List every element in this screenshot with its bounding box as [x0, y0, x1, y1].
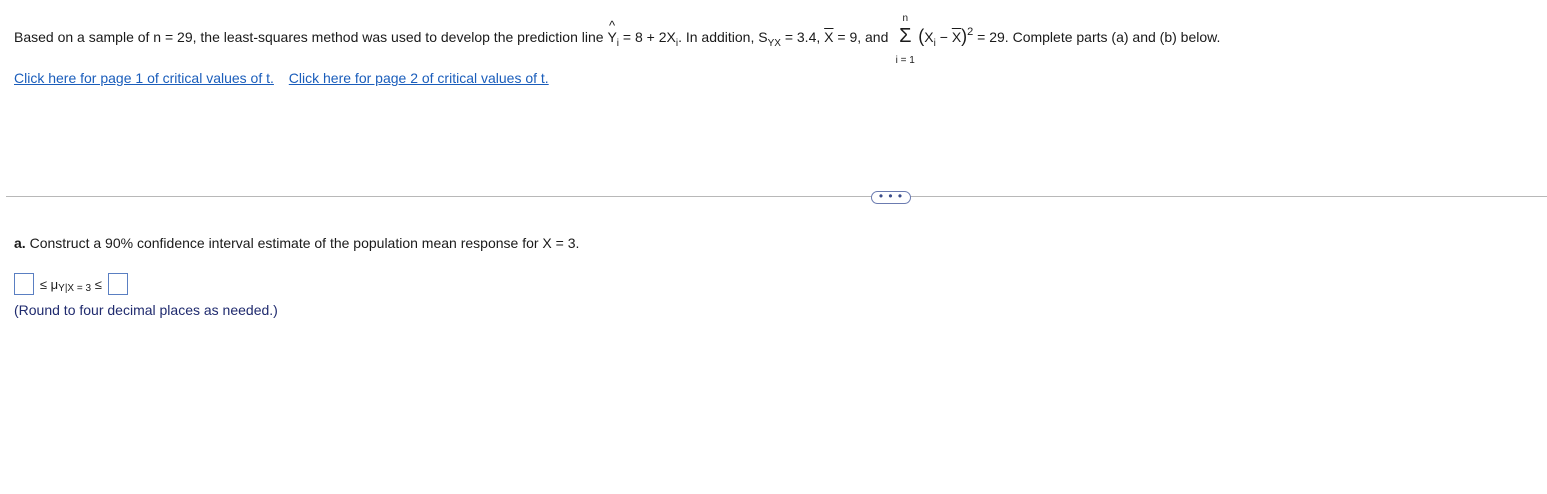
sigma-icon: Σ	[899, 25, 912, 47]
hat-mark: ^	[609, 18, 616, 33]
y-hat-symbol: ^ Y	[607, 19, 616, 46]
subscript-i-3: i	[933, 38, 936, 49]
mu-subscript: Y|X = 3	[58, 282, 92, 294]
minus-sign: −	[935, 29, 952, 45]
sigma-lower-limit: i = 1	[895, 55, 915, 66]
problem-text-1: Based on a sample of n = 29, the least-s…	[14, 29, 608, 45]
subscript-i-2: i	[675, 38, 679, 49]
interval-expression: ≤ μY|X = 3 ≤	[39, 276, 102, 294]
rounding-note: (Round to four decimal places as needed.…	[14, 302, 278, 318]
equation-rest: = 8 + 2X	[619, 29, 676, 45]
expand-button[interactable]: • • •	[871, 190, 911, 204]
subscript-yx: YX	[767, 38, 781, 49]
critical-values-page1-link[interactable]: Click here for page 1 of critical values…	[14, 70, 274, 86]
problem-text-4: = 9, and	[833, 29, 893, 45]
leq-symbol-1: ≤	[39, 276, 48, 292]
critical-values-page2-link[interactable]: Click here for page 2 of critical values…	[289, 70, 549, 86]
problem-text-3: = 3.4,	[780, 29, 825, 45]
leq-symbol-2: ≤	[94, 276, 102, 292]
part-a-question: a. Construct a 90% confidence interval e…	[14, 235, 579, 251]
section-divider	[6, 196, 1547, 197]
problem-text-2: . In addition, S	[678, 29, 768, 45]
sigma-upper-limit: n	[902, 13, 909, 24]
problem-text-5: = 29. Complete parts (a) and (b) below.	[973, 29, 1221, 45]
x-bar-2: X	[951, 29, 962, 45]
part-a-text: Construct a 90% confidence interval esti…	[25, 235, 580, 251]
part-a-label: a.	[14, 235, 26, 251]
confidence-interval-answer: ≤ μY|X = 3 ≤	[14, 273, 128, 297]
upper-bound-input[interactable]	[107, 273, 128, 295]
lower-bound-input[interactable]	[14, 273, 34, 295]
x-i: X	[924, 29, 934, 45]
subscript-i: i	[616, 38, 620, 49]
sigma-notation: nΣi = 1	[894, 13, 916, 66]
critical-values-links: Click here for page 1 of critical values…	[14, 70, 560, 86]
exponent-2: 2	[967, 26, 974, 38]
problem-statement: Based on a sample of n = 29, the least-s…	[14, 13, 1221, 66]
